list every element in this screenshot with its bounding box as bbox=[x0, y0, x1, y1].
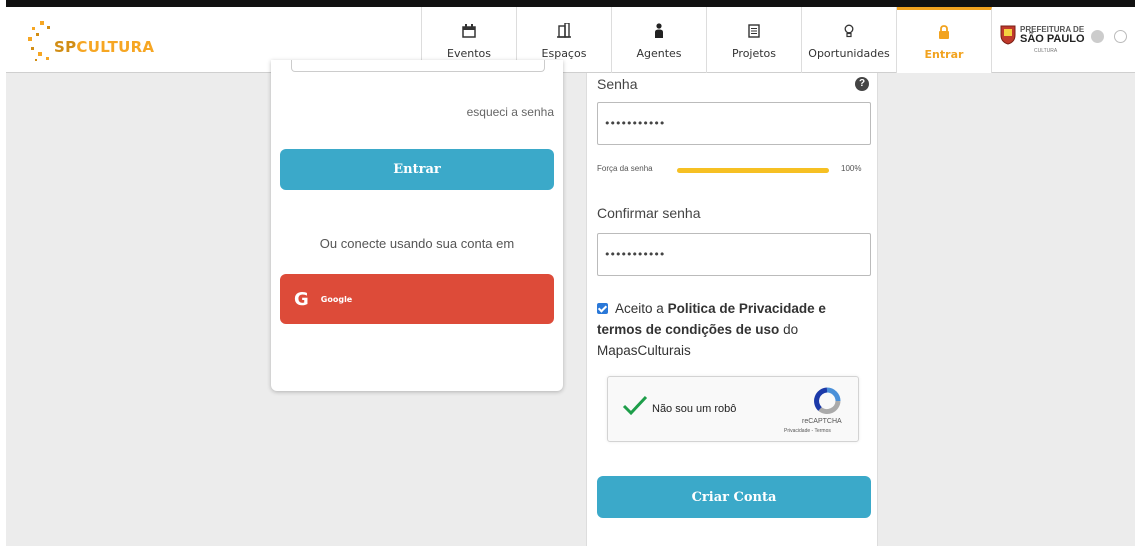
forgot-password-link[interactable]: esqueci a senha bbox=[467, 105, 554, 119]
top-border bbox=[0, 0, 1135, 7]
prefeitura-shield-icon bbox=[1000, 25, 1016, 45]
social-login-text: Ou conecte usando sua conta em bbox=[319, 236, 515, 251]
confirm-password-label: Confirmar senha bbox=[597, 205, 701, 221]
terms-prefix: Aceito a bbox=[615, 301, 664, 316]
spcultura-logo[interactable]: SPCULTURA bbox=[28, 19, 158, 65]
nav-espacos-label: Espaços bbox=[541, 46, 587, 60]
checkmark-icon[interactable] bbox=[622, 395, 648, 417]
google-login-button[interactable]: G Google bbox=[280, 274, 554, 324]
recaptcha-widget: Não sou um robô reCAPTCHA Privacidade - … bbox=[607, 376, 859, 442]
nav-oportunidades[interactable]: Oportunidades bbox=[802, 7, 897, 73]
nav-agentes[interactable]: Agentes bbox=[612, 7, 707, 73]
building-icon bbox=[557, 21, 571, 41]
login-button[interactable]: Entrar bbox=[280, 149, 554, 190]
left-frame bbox=[0, 0, 6, 546]
prefeitura-line3: CULTURA bbox=[1034, 48, 1058, 54]
nav-entrar-label: Entrar bbox=[924, 48, 964, 61]
prefeitura-line2: SÃO PAULO bbox=[1020, 33, 1085, 45]
nav-agentes-label: Agentes bbox=[636, 46, 682, 60]
google-icon: G bbox=[294, 288, 309, 310]
nav-projetos[interactable]: Projetos bbox=[707, 7, 802, 73]
recaptcha-label: Não sou um robô bbox=[652, 403, 737, 415]
strength-bar bbox=[677, 168, 829, 173]
strength-label: Força da senha bbox=[597, 164, 653, 173]
login-card: esqueci a senha Entrar Ou conecte usando… bbox=[271, 60, 563, 391]
nav-projetos-label: Projetos bbox=[731, 46, 777, 60]
nav-entrar[interactable]: Entrar bbox=[897, 7, 992, 73]
create-account-button[interactable]: Criar Conta bbox=[597, 476, 871, 518]
document-icon bbox=[748, 21, 760, 41]
recaptcha-logo-icon bbox=[814, 387, 841, 415]
password-input[interactable]: ••••••••••• bbox=[597, 102, 871, 145]
info-icon[interactable] bbox=[1091, 30, 1104, 43]
prefeitura-logo[interactable]: PREFEITURA DE SÃO PAULO CULTURA bbox=[1000, 21, 1085, 57]
logo-sp: SP bbox=[54, 38, 77, 56]
strength-bar-fill bbox=[677, 168, 829, 173]
recaptcha-brand: reCAPTCHA bbox=[802, 418, 842, 425]
site-header: SPCULTURA Eventos Espaços Agentes Projet… bbox=[6, 7, 1135, 73]
logo-cultura: CULTURA bbox=[76, 38, 155, 56]
recaptcha-links[interactable]: Privacidade - Termos bbox=[784, 428, 831, 434]
logo-dots-icon bbox=[28, 21, 50, 61]
register-card: Senha ? ••••••••••• Força da senha 100% … bbox=[586, 73, 878, 546]
lightbulb-icon bbox=[844, 21, 854, 41]
help-circle-icon[interactable] bbox=[1114, 30, 1127, 43]
nav-eventos-label: Eventos bbox=[447, 46, 491, 60]
nav-oportunidades-label: Oportunidades bbox=[808, 46, 890, 60]
strength-percent: 100% bbox=[841, 164, 862, 173]
help-icon[interactable]: ? bbox=[855, 77, 869, 91]
lock-icon bbox=[938, 22, 950, 42]
password-label: Senha bbox=[597, 76, 638, 92]
google-label: Google bbox=[320, 294, 353, 304]
logo-text: SPCULTURA bbox=[54, 38, 154, 56]
terms-checkbox[interactable] bbox=[597, 303, 608, 314]
person-icon bbox=[654, 21, 664, 41]
terms-text: Aceito a Politica de Privacidade e termo… bbox=[597, 298, 867, 361]
calendar-icon bbox=[462, 21, 476, 41]
password-field-partial[interactable] bbox=[291, 60, 545, 72]
confirm-password-input[interactable]: ••••••••••• bbox=[597, 233, 871, 276]
